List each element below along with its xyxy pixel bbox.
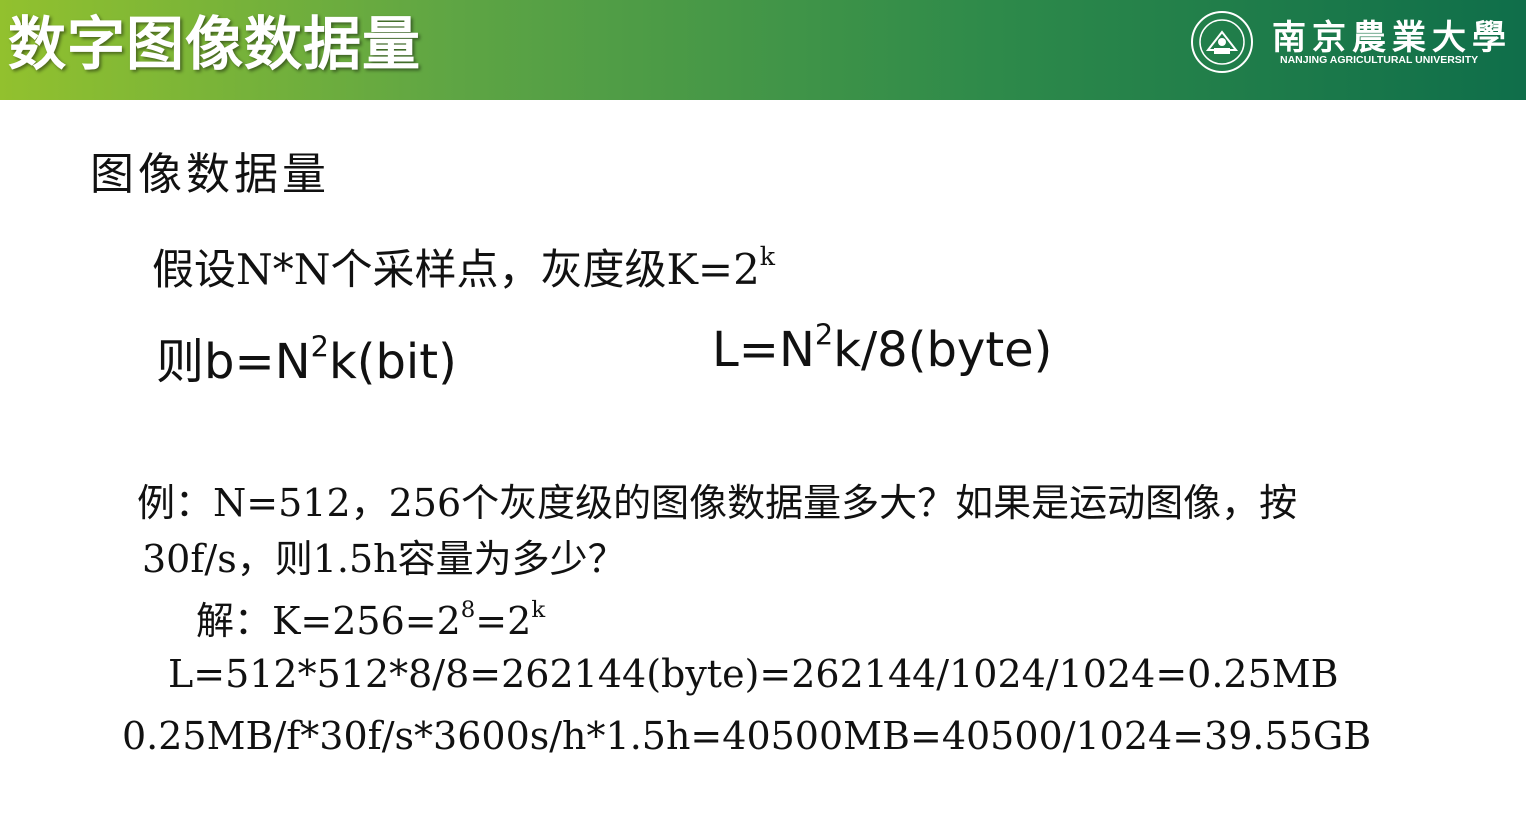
- solution-prefix: 解：K=256=2: [196, 599, 461, 643]
- formula-bytes-prefix: L=N: [712, 322, 815, 378]
- solution-exponent-k: k: [531, 596, 546, 623]
- slide-title: 数字图像数据量: [8, 10, 422, 78]
- formula-bytes: L=N2k/8(byte): [712, 320, 1053, 378]
- formula-bits-exponent: 2: [310, 329, 329, 364]
- example-question-line1: 例：N=512，256个灰度级的图像数据量多大？如果是运动图像，按: [137, 481, 1298, 525]
- formula-bits: 则b=N2k(bit): [156, 322, 457, 392]
- formula-bytes-exponent: 2: [814, 317, 834, 352]
- university-logo: 南京農業大學 NANJING AGRICULTURAL UNIVERSITY: [1190, 8, 1506, 78]
- solution-line: 解：K=256=28=2k: [196, 590, 545, 645]
- formula-bytes-suffix: k/8(byte): [833, 322, 1053, 378]
- solution-exponent-8: 8: [460, 596, 476, 623]
- university-emblem-icon: [1191, 11, 1253, 73]
- calculation-line2: 0.25MB/f*30f/s*3600s/h*1.5h=40500MB=4050…: [122, 714, 1372, 758]
- solution-mid: =2: [475, 599, 532, 643]
- assumption-text: 假设N*N个采样点，灰度级K=2: [152, 245, 760, 294]
- assumption-line: 假设N*N个采样点，灰度级K=2k: [152, 236, 775, 297]
- calculation-line1: L=512*512*8/8=262144(byte)=262144/1024/1…: [168, 652, 1339, 696]
- example-question-line2: 30f/s，则1.5h容量为多少？: [142, 537, 626, 581]
- header-banner: 数字图像数据量 南京農業大學 NANJING AGRICULTURAL UNIV…: [0, 0, 1526, 100]
- university-name-cn: 南京農業大學: [1272, 18, 1512, 58]
- assumption-exponent: k: [759, 242, 776, 272]
- university-name-en: NANJING AGRICULTURAL UNIVERSITY: [1280, 54, 1479, 66]
- section-title: 图像数据量: [90, 149, 330, 200]
- formula-bits-prefix: 则b=N: [156, 334, 311, 390]
- formula-bits-suffix: k(bit): [328, 334, 457, 390]
